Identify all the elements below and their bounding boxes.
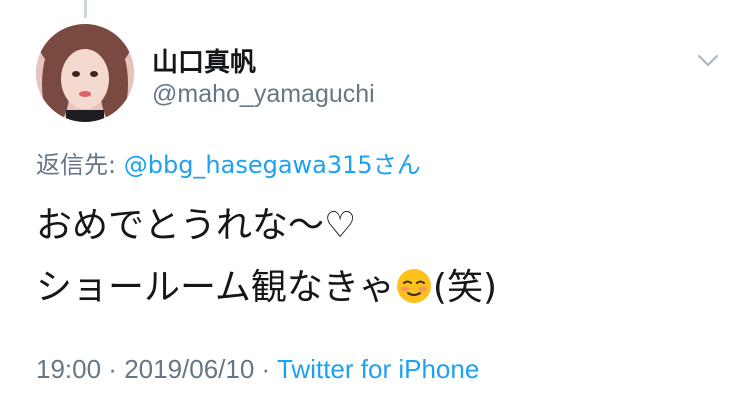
thread-connector-line	[84, 0, 87, 18]
chevron-down-icon[interactable]	[694, 46, 722, 74]
smiling-face-emoji-icon	[395, 267, 433, 305]
reply-honorific: さん	[372, 151, 421, 179]
tweet-time[interactable]: 19:00	[36, 354, 101, 384]
reply-context: 返信先: @bbg_hasegawa315さん	[36, 145, 421, 180]
user-handle[interactable]: @maho_yamaguchi	[152, 80, 375, 109]
reply-mention-link[interactable]: @bbg_hasegawa315	[124, 151, 373, 179]
tweet-text-line-2: ショールーム観なきゃ (笑)	[36, 258, 497, 310]
tweet-text-segment: (笑)	[432, 267, 498, 308]
tweet: 山口真帆 @maho_yamaguchi 返信先: @bbg_hasegawa3…	[0, 0, 744, 409]
meta-separator: ·	[254, 354, 277, 384]
display-name[interactable]: 山口真帆	[152, 42, 256, 79]
reply-prefix: 返信先:	[36, 151, 124, 179]
tweet-source-link[interactable]: Twitter for iPhone	[277, 354, 479, 384]
avatar[interactable]	[36, 24, 134, 122]
tweet-metadata: 19:00 · 2019/06/10 · Twitter for iPhone	[36, 354, 479, 385]
tweet-text-line-1: おめでとうれな〜♡	[36, 205, 357, 246]
meta-separator: ·	[101, 354, 125, 384]
tweet-text-segment: ショールーム観なきゃ	[36, 267, 395, 308]
tweet-date[interactable]: 2019/06/10	[124, 354, 254, 384]
